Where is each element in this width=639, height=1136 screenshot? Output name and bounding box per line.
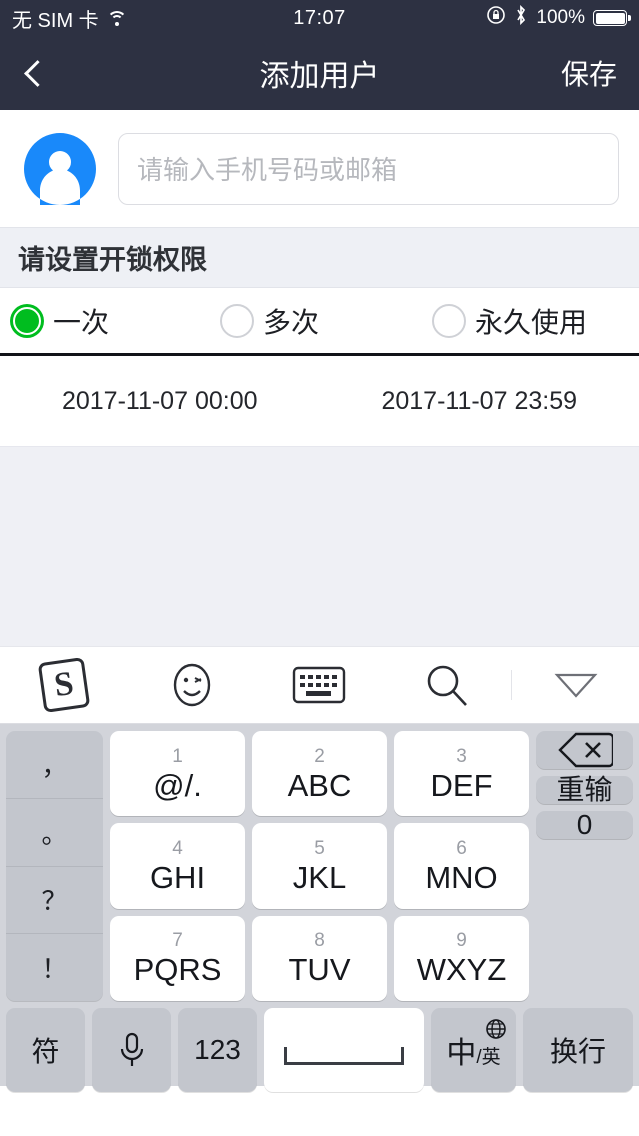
end-date-field[interactable]: 2017-11-07 23:59 — [320, 387, 639, 416]
radio-unselected-icon[interactable] — [220, 303, 254, 338]
redo-label: 重输 — [556, 774, 613, 805]
wifi-icon — [106, 10, 128, 26]
key-letters: WXYZ — [416, 952, 507, 988]
language-switch-key[interactable]: 中 /英 — [431, 1008, 516, 1092]
numeric-key[interactable]: 123 — [178, 1008, 257, 1092]
status-left: 无 SIM 卡 — [12, 4, 128, 33]
chevron-left-icon — [24, 59, 51, 87]
punct-key-comma[interactable]: ， — [6, 731, 103, 798]
keyboard-icon[interactable] — [256, 664, 384, 706]
key-1[interactable]: 1 @/. — [110, 731, 245, 817]
bluetooth-icon — [514, 4, 528, 31]
microphone-key[interactable] — [92, 1008, 171, 1092]
battery-full-icon — [593, 10, 627, 26]
punct-key-question[interactable]: ？ — [6, 865, 103, 934]
permission-options-row: 一次 多次 永久使用 — [0, 288, 639, 356]
sogou-logo-glyph: S — [37, 657, 91, 713]
keyboard: ， 。 ？ ！ 1 @/. 2 ABC 3 DEF 4 GHI 5 JKL 6 … — [0, 724, 639, 1092]
key-number: 1 — [172, 745, 183, 767]
permission-option-label: 一次 — [53, 306, 110, 338]
key-3[interactable]: 3 DEF — [394, 731, 529, 817]
key-letters: TUV — [288, 952, 351, 988]
key-zero-label: 0 — [576, 809, 593, 840]
back-button[interactable] — [22, 49, 62, 97]
emoji-face-icon[interactable] — [128, 659, 256, 711]
key-letters: ABC — [287, 767, 352, 803]
key-number: 7 — [172, 930, 183, 952]
keypad-grid: 1 @/. 2 ABC 3 DEF 4 GHI 5 JKL 6 MNO 7 PQ… — [110, 731, 529, 1001]
key-number: 9 — [456, 930, 467, 952]
key-2[interactable]: 2 ABC — [252, 731, 387, 817]
key-5[interactable]: 5 JKL — [252, 823, 387, 909]
sogou-logo-icon[interactable]: S — [0, 657, 128, 713]
key-letters: DEF — [430, 767, 493, 803]
search-icon[interactable] — [383, 660, 511, 710]
permission-option-once[interactable]: 一次 — [0, 301, 212, 341]
language-zh-label: 中 — [446, 1037, 477, 1070]
key-9[interactable]: 9 WXYZ — [394, 915, 529, 1001]
keyboard-toolbar: S — [0, 646, 639, 724]
backspace-icon — [557, 732, 613, 768]
key-8[interactable]: 8 TUV — [252, 915, 387, 1001]
key-number: 8 — [314, 930, 325, 952]
keyboard-main-rows: ， 。 ？ ！ 1 @/. 2 ABC 3 DEF 4 GHI 5 JKL 6 … — [6, 731, 633, 1001]
punct-key-exclamation[interactable]: ！ — [6, 933, 103, 1001]
microphone-icon — [120, 1032, 143, 1066]
key-6[interactable]: 6 MNO — [394, 823, 529, 909]
enter-key[interactable]: 换行 — [523, 1008, 633, 1092]
user-avatar-icon — [20, 129, 100, 209]
section-header-unlock-permission: 请设置开锁权限 — [0, 227, 639, 288]
page-title: 添加用户 — [259, 60, 380, 93]
key-number: 5 — [314, 837, 325, 859]
rotation-lock-icon — [486, 5, 506, 31]
key-7[interactable]: 7 PQRS — [110, 915, 245, 1001]
permission-option-label: 多次 — [263, 306, 320, 338]
key-number: 6 — [456, 837, 467, 859]
content-filler-area — [0, 446, 639, 646]
permission-option-label: 永久使用 — [475, 306, 588, 338]
key-letters: JKL — [292, 859, 347, 895]
key-number: 2 — [314, 745, 325, 767]
collapse-keyboard-icon[interactable] — [511, 670, 639, 700]
carrier-label: 无 SIM 卡 — [12, 9, 99, 32]
key-letters: PQRS — [133, 952, 222, 988]
app-root: 无 SIM 卡 17:07 100% 添加用户 保存 请输入手机号码或邮箱 请设… — [0, 0, 639, 1136]
space-bar-icon — [284, 1047, 404, 1065]
start-date-field[interactable]: 2017-11-07 00:00 — [0, 387, 320, 416]
key-4[interactable]: 4 GHI — [110, 823, 245, 909]
status-bar: 无 SIM 卡 17:07 100% — [0, 0, 639, 36]
backspace-key[interactable] — [536, 731, 633, 769]
date-range-row: 2017-11-07 00:00 2017-11-07 23:59 — [0, 356, 639, 446]
key-letters: @/. — [153, 767, 202, 803]
punct-key-period[interactable]: 。 — [6, 797, 103, 866]
radio-unselected-icon[interactable] — [432, 303, 466, 338]
save-button[interactable]: 保存 — [561, 53, 617, 93]
user-input-row: 请输入手机号码或邮箱 — [0, 110, 639, 227]
key-0[interactable]: 0 — [536, 811, 633, 839]
phone-input-placeholder: 请输入手机号码或邮箱 — [137, 155, 398, 185]
globe-icon — [485, 1015, 507, 1047]
key-number: 3 — [456, 745, 467, 767]
space-key[interactable] — [264, 1008, 424, 1092]
permission-option-permanent[interactable]: 永久使用 — [424, 301, 639, 341]
phone-or-email-input[interactable]: 请输入手机号码或邮箱 — [118, 132, 619, 205]
key-number: 4 — [172, 837, 183, 859]
redo-key[interactable]: 重输 — [536, 776, 633, 804]
keypad-right-column: 重输 0 — [536, 731, 633, 1001]
radio-selected-icon[interactable] — [10, 303, 44, 338]
symbol-key[interactable]: 符 — [6, 1008, 85, 1092]
keyboard-bottom-row: 符 123 中 /英 换行 — [6, 1008, 633, 1092]
battery-percent-label: 100% — [536, 7, 585, 28]
status-right: 100% — [486, 4, 627, 31]
punctuation-column: ， 。 ？ ！ — [6, 731, 103, 1001]
key-letters: MNO — [425, 859, 498, 895]
key-letters: GHI — [149, 859, 206, 895]
nav-bar: 添加用户 保存 — [0, 36, 639, 110]
permission-option-multiple[interactable]: 多次 — [212, 301, 424, 341]
